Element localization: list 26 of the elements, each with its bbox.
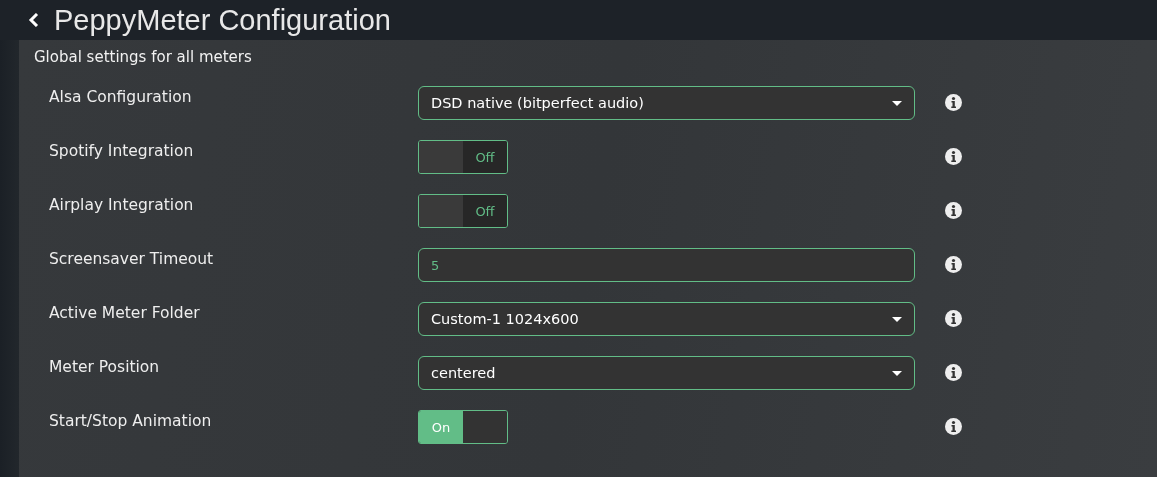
dropdown[interactable]: Custom-1 1024x600 <box>418 302 915 336</box>
caret-icon <box>892 100 902 106</box>
setting-label: Screensaver Timeout <box>49 249 215 270</box>
info-icon[interactable] <box>945 94 962 111</box>
info-icon[interactable] <box>945 418 962 435</box>
back-icon[interactable] <box>28 13 40 27</box>
setting-label: Airplay Integration <box>49 195 195 216</box>
info-icon[interactable] <box>945 364 962 381</box>
toggle-switch[interactable]: Off <box>418 140 508 174</box>
page-title: PeppyMeter Configuration <box>54 3 391 37</box>
caret-icon <box>892 370 902 376</box>
dropdown[interactable]: centered <box>418 356 915 390</box>
section-heading: Global settings for all meters <box>34 47 253 68</box>
setting-label: Start/Stop Animation <box>49 411 213 432</box>
toggle-switch[interactable]: Off <box>418 194 508 228</box>
setting-label: Spotify Integration <box>49 141 195 162</box>
setting-label: Active Meter Folder <box>49 303 201 324</box>
dropdown[interactable]: DSD native (bitperfect audio) <box>418 86 915 120</box>
caret-icon <box>892 316 902 322</box>
info-icon[interactable] <box>945 256 962 273</box>
info-icon[interactable] <box>945 310 962 327</box>
info-icon[interactable] <box>945 148 962 165</box>
info-icon[interactable] <box>945 202 962 219</box>
setting-label: Meter Position <box>49 357 161 378</box>
input-field[interactable]: 5 <box>418 248 915 282</box>
setting-label: Alsa Configuration <box>49 87 193 108</box>
